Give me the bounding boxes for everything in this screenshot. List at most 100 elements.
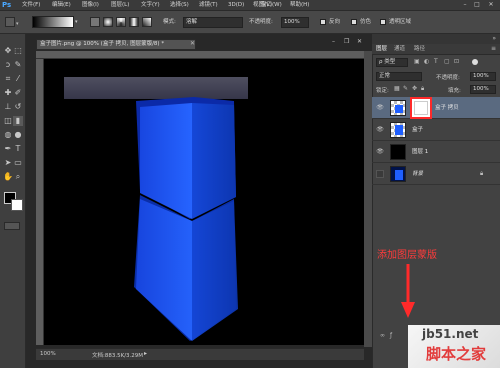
lock-position-icon[interactable]: ✥ (412, 85, 417, 92)
collapse-icon[interactable]: » (492, 35, 496, 42)
layer-name[interactable]: 盒子 拷贝 (435, 104, 459, 112)
hand-tool-icon[interactable]: ✋ (3, 172, 13, 182)
box-artwork (64, 77, 248, 341)
minimize-button[interactable]: – (460, 1, 470, 9)
layer-mask-thumbnail[interactable] (410, 97, 432, 119)
menu-help[interactable]: 帮助(H) (290, 1, 309, 10)
healing-brush-icon[interactable]: ✚ (3, 88, 13, 98)
layer-name[interactable]: 盒子 (412, 126, 423, 134)
panel-opacity-field[interactable]: 100% (470, 72, 496, 81)
lock-pixels-icon[interactable]: ✎ (403, 85, 408, 92)
background-color-swatch[interactable] (11, 199, 23, 211)
chevron-right-icon[interactable]: ▸ (144, 350, 147, 357)
angle-gradient-icon[interactable] (116, 17, 126, 27)
adjustment-filter-icon[interactable]: ◐ (424, 58, 429, 65)
menu-layer[interactable]: 图层(L) (111, 1, 129, 10)
filter-toggle-icon[interactable] (472, 59, 478, 65)
layer-row-box-copy[interactable]: 👁︎ 盒子 拷贝 (372, 97, 500, 119)
restore-icon[interactable]: ❐ (344, 38, 349, 45)
gradient-tool-icon[interactable] (5, 17, 15, 27)
layer-name[interactable]: 图层 1 (412, 148, 428, 156)
maximize-button[interactable]: □ (472, 1, 482, 9)
menu-3d[interactable]: 3D(D) (228, 1, 244, 10)
type-filter-icon[interactable]: T (434, 58, 438, 65)
gradient-tool-icon[interactable]: ▮ (13, 116, 23, 126)
vertical-scrollbar[interactable] (364, 51, 372, 347)
transparency-checkbox[interactable] (380, 19, 386, 25)
eye-icon[interactable]: 👁︎ (376, 126, 384, 134)
reverse-checkbox[interactable] (320, 19, 326, 25)
box-glyph-icon (395, 105, 403, 113)
layer-row-box[interactable]: 👁︎ 盒子 (372, 119, 500, 141)
shape-tool-icon[interactable]: ▭ (13, 158, 23, 168)
chevron-down-icon[interactable]: ▾ (75, 19, 80, 25)
layer-name[interactable]: 背景 (412, 170, 423, 178)
tab-layers[interactable]: 图层 (376, 45, 387, 54)
marquee-tool-icon[interactable]: ⬚ (13, 46, 23, 56)
menu-window[interactable]: 窗口(W) (261, 1, 282, 10)
tab-paths[interactable]: 路径 (414, 45, 425, 54)
eraser-icon[interactable]: ◫ (3, 116, 13, 126)
fx-icon[interactable]: ƒ (390, 332, 392, 339)
menu-image[interactable]: 图像(I) (82, 1, 99, 10)
reflected-gradient-icon[interactable] (129, 17, 139, 27)
menu-select[interactable]: 选择(S) (170, 1, 189, 10)
history-brush-icon[interactable]: ↺ (13, 102, 23, 112)
document-canvas[interactable] (44, 59, 364, 345)
quick-select-icon[interactable]: ✎ (13, 60, 23, 70)
lasso-tool-icon[interactable]: ↄ (3, 60, 13, 70)
diamond-gradient-icon[interactable] (142, 17, 152, 27)
linear-gradient-icon[interactable] (90, 17, 100, 27)
dodge-tool-icon[interactable]: ● (13, 130, 23, 140)
type-tool-icon[interactable]: T (13, 144, 23, 154)
pixel-filter-icon[interactable]: ▣ (414, 58, 420, 65)
menu-file[interactable]: 文件(F) (22, 1, 40, 10)
blend-mode-select[interactable]: 正常 (376, 72, 422, 81)
tab-channels[interactable]: 通道 (394, 45, 405, 54)
dither-checkbox[interactable] (351, 19, 357, 25)
chevron-down-icon[interactable]: ▾ (16, 21, 19, 27)
minimize-icon[interactable]: – (332, 38, 335, 45)
menu-bar: Ps 文件(F) 编辑(E) 图像(I) 图层(L) 文字(Y) 选择(S) 滤… (0, 0, 500, 11)
smart-object-filter-icon[interactable]: ⊡ (454, 58, 459, 65)
eye-icon[interactable]: 👁︎ (376, 104, 384, 112)
menu-filter[interactable]: 滤镜(T) (199, 1, 218, 10)
mode-select[interactable]: 溶解 (183, 17, 243, 28)
clone-stamp-icon[interactable]: ⊥ (3, 102, 13, 112)
crop-tool-icon[interactable]: ⌗ (3, 74, 13, 84)
watermark-brand: 脚本之家 (426, 345, 487, 363)
shape-filter-icon[interactable]: ▢ (444, 58, 450, 65)
lock-transparent-icon[interactable]: ▦ (394, 85, 400, 92)
pen-tool-icon[interactable]: ✒ (3, 144, 13, 154)
menu-edit[interactable]: 编辑(E) (52, 1, 71, 10)
lock-all-icon[interactable]: 🔒︎ (421, 85, 424, 93)
link-layers-icon[interactable]: ∞ (380, 332, 385, 339)
zoom-level[interactable]: 100% (40, 351, 56, 357)
menu-type[interactable]: 文字(Y) (141, 1, 160, 10)
layer-filter-select[interactable]: ρ 类型 (376, 58, 408, 67)
path-select-icon[interactable]: ➤ (3, 158, 13, 168)
document-info: 文档:883.5K/3.29M (92, 353, 144, 359)
opacity-field[interactable]: 100% (281, 17, 309, 28)
eyedropper-icon[interactable]: ⁄ (13, 74, 23, 84)
panel-menu-icon[interactable]: ≡ (491, 45, 496, 52)
brush-tool-icon[interactable]: ✐ (13, 88, 23, 98)
eye-icon[interactable]: 👁︎ (376, 148, 384, 156)
reverse-label: 反向 (329, 19, 341, 25)
visibility-off-icon[interactable] (376, 170, 384, 178)
layer-row-layer1[interactable]: 👁︎ 图层 1 (372, 141, 500, 163)
radial-gradient-icon[interactable] (103, 17, 113, 27)
layer-row-background[interactable]: 背景 🔒︎ (372, 163, 500, 185)
quick-mask-icon[interactable] (4, 222, 20, 230)
close-icon[interactable]: ✕ (190, 39, 196, 50)
document-tab[interactable]: 盒子图片.png @ 100% (盒子 拷贝, 图层蒙版/8) * (36, 39, 196, 50)
blur-tool-icon[interactable]: ◍ (3, 130, 13, 140)
gradient-picker[interactable] (32, 16, 74, 28)
panel-opacity-value: 100% (473, 73, 489, 79)
close-icon[interactable]: ✕ (357, 38, 362, 45)
zoom-tool-icon[interactable]: ⌕ (13, 172, 23, 182)
close-button[interactable]: ✕ (486, 1, 496, 9)
move-tool-icon[interactable]: ✥ (3, 46, 13, 56)
panel-opacity-label: 不透明度: (436, 75, 460, 81)
fill-field[interactable]: 100% (470, 85, 496, 94)
